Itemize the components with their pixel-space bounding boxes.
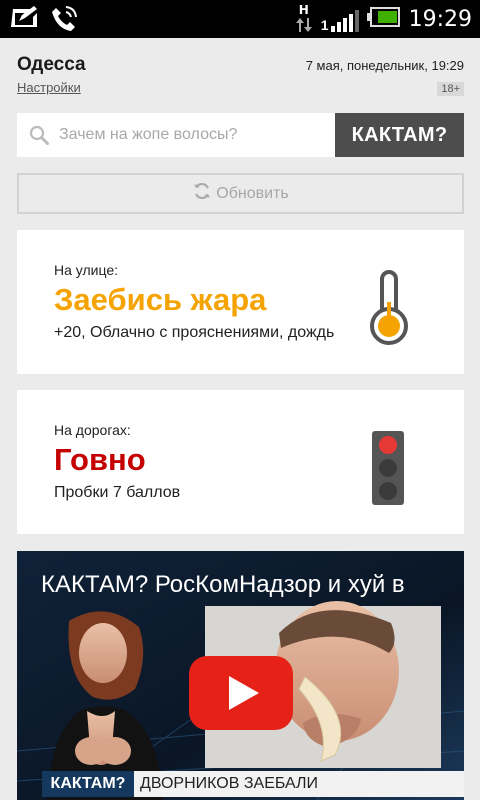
weather-card[interactable]: На улице: Заебись жара +20, Облачно с пр… — [17, 230, 464, 374]
status-bar: H 1 19:29 — [0, 0, 480, 38]
search-bar: КАКТАМ? — [17, 113, 464, 157]
city-name: Одесса — [17, 54, 86, 75]
battery-icon — [366, 6, 401, 32]
ticker-brand: КАКТАМ? — [42, 771, 134, 797]
search-button[interactable]: КАКТАМ? — [335, 113, 464, 157]
header: Одесса Настройки 7 мая, понедельник, 19:… — [17, 54, 464, 100]
search-input[interactable] — [59, 113, 329, 157]
settings-link[interactable]: Настройки — [17, 80, 81, 95]
video-title: КАКТАМ? РосКомНадзор и хуй в — [41, 571, 405, 598]
clock: 19:29 — [408, 6, 472, 32]
traffic-headline: Говно — [54, 442, 146, 477]
date-label: 7 мая, понедельник, 19:29 — [305, 58, 464, 73]
network-type-label: H — [298, 3, 309, 17]
search-icon — [29, 125, 49, 150]
refresh-icon — [192, 181, 212, 206]
data-activity-icon: H — [295, 4, 313, 34]
thermometer-icon — [366, 268, 412, 353]
video-player[interactable]: КАКТАМ? РосКомНадзор и хуй в КАКТАМ? ДВО… — [17, 551, 464, 800]
message-icon — [10, 5, 40, 38]
age-rating-badge: 18+ — [437, 82, 464, 96]
refresh-label: Обновить — [216, 184, 289, 202]
weather-headline: Заебись жара — [54, 282, 267, 317]
traffic-light-icon — [371, 430, 405, 511]
weather-label: На улице: — [54, 262, 119, 278]
signal-icon: 1 — [321, 6, 359, 32]
weather-description: +20, Облачно с прояснениями, дождь — [54, 324, 335, 341]
phone-icon — [50, 5, 78, 38]
traffic-description: Пробки 7 баллов — [54, 484, 181, 501]
search-field-container — [17, 113, 335, 157]
ticker-text: ДВОРНИКОВ ЗАЕБАЛИ — [134, 771, 464, 797]
refresh-button[interactable]: Обновить — [17, 173, 464, 214]
traffic-label: На дорогах: — [54, 422, 131, 438]
play-icon[interactable] — [189, 656, 293, 735]
news-ticker: КАКТАМ? ДВОРНИКОВ ЗАЕБАЛИ — [17, 768, 464, 800]
signal-label: 1 — [320, 17, 329, 33]
traffic-card[interactable]: На дорогах: Говно Пробки 7 баллов — [17, 390, 464, 534]
